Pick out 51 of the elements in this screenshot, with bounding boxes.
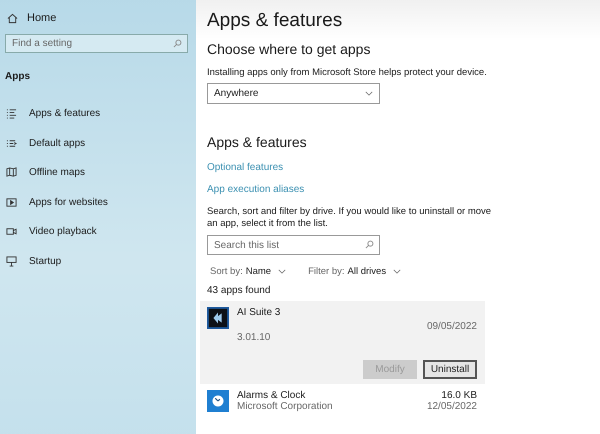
chevron-icon (278, 269, 286, 274)
sidebar-item[interactable]: Startup (6, 246, 188, 276)
clock-icon (207, 390, 229, 412)
monitor-icon (6, 256, 17, 267)
home-icon (7, 12, 18, 24)
sidebar-label: Apps for websites (29, 196, 108, 208)
action-button[interactable]: Uninstall (423, 360, 477, 379)
sidebar-label: Startup (29, 256, 62, 267)
app-publisher: Microsoft Corporation (237, 401, 334, 412)
sidebar-item[interactable]: Default apps (6, 128, 188, 158)
app-date: 09/05/2022 (426, 321, 477, 332)
link[interactable]: App execution aliases (207, 184, 304, 195)
sidebar-item[interactable]: Offline maps (6, 158, 188, 188)
app-count: 43 apps found (207, 285, 272, 296)
app-version: 3.01.10 (237, 332, 272, 343)
sidebar-label: Offline maps (29, 167, 85, 178)
chevron-icon (393, 269, 402, 274)
link[interactable]: Optional features (207, 162, 284, 173)
sidebar-item[interactable]: Video playback (6, 217, 188, 246)
sidebar-label: Default apps (29, 138, 86, 149)
page-title: Apps & features (207, 10, 344, 32)
filter-dropdown[interactable]: Filter by: All drives (308, 266, 402, 277)
section-heading: Apps (5, 71, 31, 82)
source-dropdown[interactable]: Anywhere (207, 83, 380, 104)
section-heading: Choose where to get apps (207, 41, 372, 57)
app-list-item[interactable]: Alarms & Clock Microsoft Corporation 16.0 KB 12/05/2022 (200, 384, 485, 416)
search-icon (173, 39, 182, 48)
map-icon (6, 167, 17, 178)
home-label: Home (27, 12, 56, 24)
list-icon (6, 138, 17, 149)
app-size: 16.0 KB (440, 390, 477, 401)
sidebar-item[interactable]: Apps for websites (6, 188, 188, 217)
sort-dropdown[interactable]: Sort by: Name (210, 266, 286, 277)
app-name: Alarms & Clock (237, 390, 306, 401)
search-field[interactable]: Search this list (207, 235, 380, 255)
app-icon (207, 307, 229, 329)
sidebar-label: Video playback (29, 226, 97, 238)
window-icon (6, 196, 17, 208)
list-icon (6, 108, 17, 120)
home-link[interactable]: Home (7, 12, 188, 24)
chevron-icon (365, 91, 373, 96)
section-heading: Apps & features (207, 134, 308, 150)
camera-icon (6, 226, 17, 238)
description-text: Search, sort and filter by drive. If you would like to uninstall or move an app, select it from the list. (207, 206, 492, 230)
app-name: AI Suite 3 (237, 307, 282, 318)
sidebar-label: Apps & features (29, 108, 100, 120)
description-text: Installing apps only from Microsoft Store helps protect your device. (207, 67, 488, 78)
app-date: 12/05/2022 (426, 401, 477, 412)
search-field[interactable]: Find a setting (5, 34, 188, 53)
sidebar-item[interactable]: Apps & features (6, 99, 188, 128)
search-icon (365, 240, 374, 249)
